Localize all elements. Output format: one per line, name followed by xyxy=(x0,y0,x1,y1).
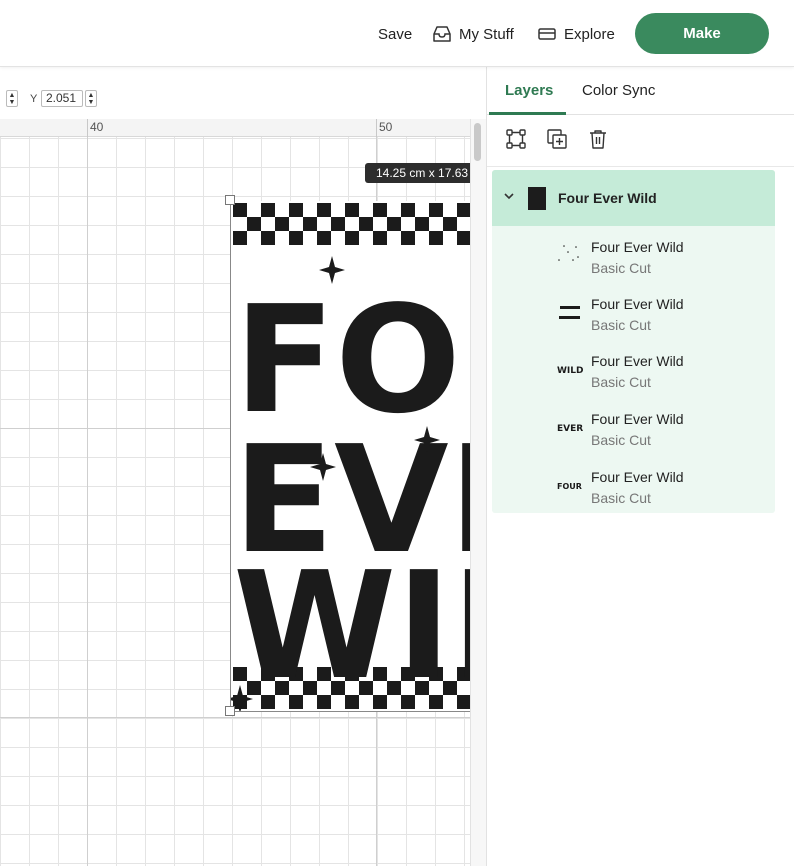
checker-square xyxy=(261,203,275,217)
checker-square xyxy=(401,203,415,217)
ruler-label-50: 50 xyxy=(379,120,393,134)
layer-name: Four Ever Wild xyxy=(591,296,684,312)
my-stuff-label: My Stuff xyxy=(459,25,514,43)
checker-square xyxy=(373,231,387,245)
checker-square xyxy=(317,231,331,245)
selection-border xyxy=(230,200,231,712)
layer-toolbar xyxy=(487,115,794,167)
layer-group-header[interactable]: Four Ever Wild xyxy=(492,170,775,226)
layer-name: Four Ever Wild xyxy=(591,411,684,427)
checker-square xyxy=(289,203,303,217)
checker-square xyxy=(443,217,457,231)
layer-row[interactable]: WILD Four Ever Wild Basic Cut xyxy=(492,342,775,398)
layers-panel: Layers Color Sync Four Ever Wild Four Ev… xyxy=(486,67,794,866)
delete-icon[interactable] xyxy=(587,128,609,150)
layer-thumbnail: WILD xyxy=(557,366,583,376)
checker-square xyxy=(331,217,345,231)
layer-name: Four Ever Wild xyxy=(591,239,684,255)
word-wild: WILD xyxy=(233,540,470,712)
chevron-down-icon[interactable] xyxy=(502,189,516,203)
checker-square xyxy=(275,217,289,231)
layer-type: Basic Cut xyxy=(591,317,651,333)
checker-square xyxy=(457,203,470,217)
ruler-tick xyxy=(87,119,88,137)
checker-square xyxy=(457,231,470,245)
checker-square xyxy=(429,203,443,217)
checker-square xyxy=(401,231,415,245)
checker-square xyxy=(359,217,373,231)
selection-border xyxy=(230,711,470,712)
panel-tabs: Layers Color Sync xyxy=(487,67,794,115)
position-toolbar: ▲ ▼ Y 2.051 ▲ ▼ xyxy=(0,67,486,119)
checker-square xyxy=(289,231,303,245)
vertical-scrollbar[interactable] xyxy=(470,119,486,866)
save-button[interactable]: Save xyxy=(378,22,412,46)
tab-layers[interactable]: Layers xyxy=(505,82,553,99)
explore-button[interactable]: Explore xyxy=(537,22,615,46)
layer-type: Basic Cut xyxy=(591,490,651,506)
layer-group: Four Ever Wild Four Ever Wild Basic Cut … xyxy=(492,170,775,513)
checker-square xyxy=(387,217,401,231)
resize-handle-bottom-left[interactable] xyxy=(225,706,235,716)
layer-name: Four Ever Wild xyxy=(591,353,684,369)
layer-type: Basic Cut xyxy=(591,374,651,390)
checker-square xyxy=(429,231,443,245)
svg-text:FOUR: FOUR xyxy=(557,482,582,491)
resize-handle-top-left[interactable] xyxy=(225,195,235,205)
make-label: Make xyxy=(683,25,721,42)
duplicate-icon[interactable] xyxy=(546,128,568,150)
layer-type: Basic Cut xyxy=(591,432,651,448)
make-button[interactable]: Make xyxy=(635,13,769,54)
layer-thumbnail: EVER xyxy=(557,424,583,434)
layer-type: Basic Cut xyxy=(591,260,651,276)
save-label: Save xyxy=(378,25,413,43)
checker-square xyxy=(261,231,275,245)
canvas-area: ▲▼ Y 2.051 ▲▼ 40 50 FOUR EVER WILD 14.25… xyxy=(0,67,486,866)
layer-row[interactable]: Four Ever Wild Basic Cut xyxy=(492,285,775,341)
checker-square xyxy=(233,203,247,217)
group-icon[interactable] xyxy=(505,128,527,150)
checker-border-top xyxy=(233,203,470,245)
checker-square xyxy=(303,217,317,231)
layer-row[interactable]: Four Ever Wild Basic Cut xyxy=(492,228,775,284)
checker-square xyxy=(373,203,387,217)
checker-square xyxy=(345,231,359,245)
x-position-stepper[interactable]: ▲ ▼ xyxy=(6,90,18,107)
top-bar: Save My Stuff Explore Make xyxy=(0,0,794,67)
y-position-stepper[interactable]: ▲ ▼ xyxy=(85,90,97,107)
layer-thumbnail xyxy=(558,245,579,261)
layer-row[interactable]: FOUR Four Ever Wild Basic Cut xyxy=(492,458,775,514)
explore-label: Explore xyxy=(564,25,615,43)
ruler-tick xyxy=(376,119,377,137)
ruler-label-40: 40 xyxy=(90,120,104,134)
size-readout: 14.25 cm x 17.63 xyxy=(365,163,470,183)
tab-color-sync[interactable]: Color Sync xyxy=(582,82,655,99)
checker-square xyxy=(233,231,247,245)
checker-square xyxy=(345,203,359,217)
layer-thumbnail: FOUR xyxy=(557,482,582,491)
my-stuff-button[interactable]: My Stuff xyxy=(432,22,514,46)
checker-square xyxy=(317,203,331,217)
group-thumbnail xyxy=(528,187,546,210)
explore-icon xyxy=(537,24,557,44)
svg-text:EVER: EVER xyxy=(557,424,583,434)
checker-square xyxy=(247,217,261,231)
inbox-icon xyxy=(432,24,452,44)
layer-row[interactable]: EVER Four Ever Wild Basic Cut xyxy=(492,400,775,456)
scrollbar-thumb[interactable] xyxy=(474,123,481,161)
layer-name: Four Ever Wild xyxy=(591,469,684,485)
y-label: Y xyxy=(30,93,38,105)
y-position-input[interactable]: 2.051 xyxy=(41,90,83,107)
design-four-ever-wild[interactable]: FOUR EVER WILD xyxy=(231,201,470,712)
layer-thumbnail xyxy=(559,306,580,319)
horizontal-ruler: 40 50 xyxy=(0,119,470,137)
svg-text:WILD: WILD xyxy=(557,366,583,376)
group-name: Four Ever Wild xyxy=(558,190,657,206)
checker-square xyxy=(415,217,429,231)
